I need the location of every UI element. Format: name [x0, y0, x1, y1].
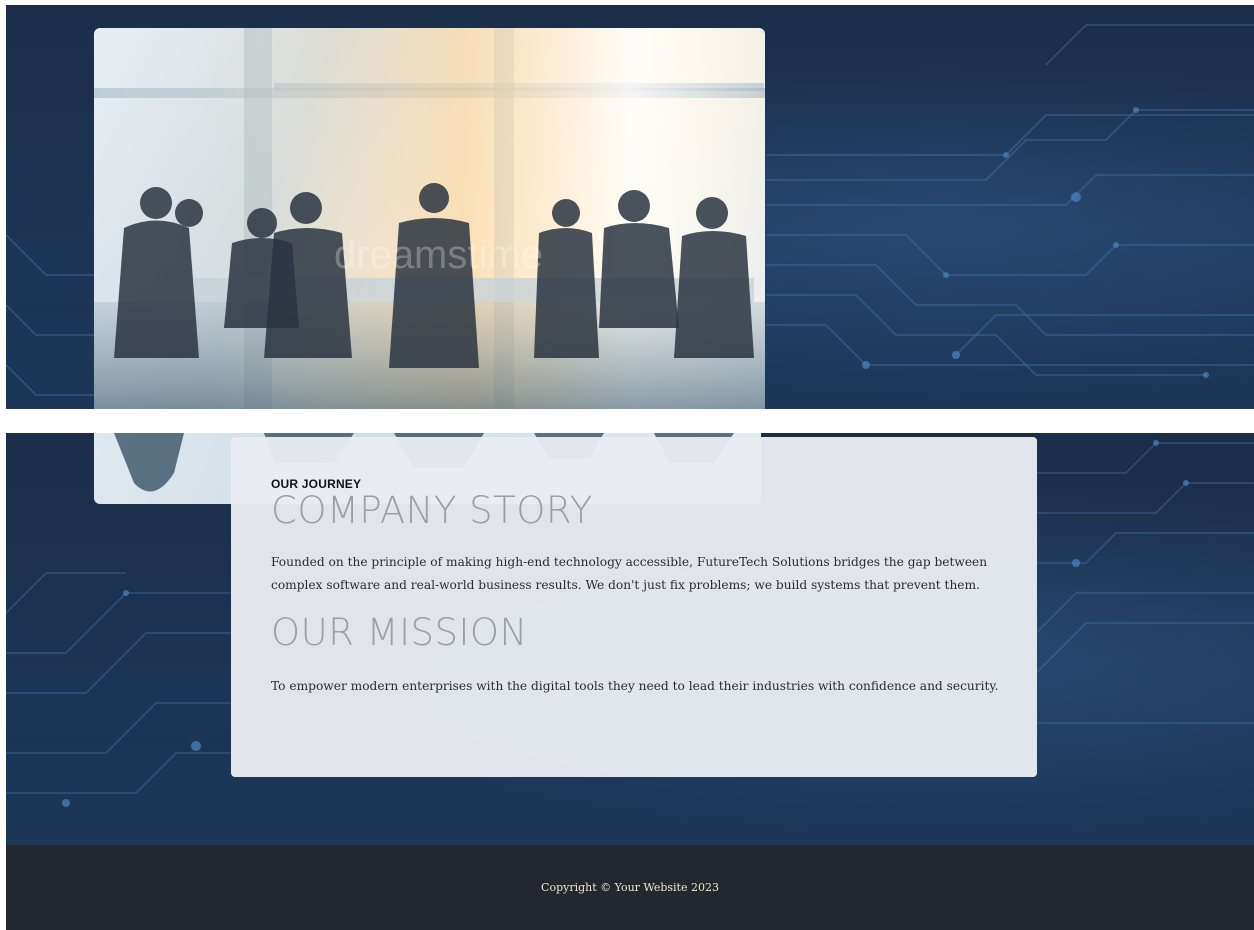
- mission-text: To empower modern enterprises with the d…: [271, 679, 999, 693]
- watermark-text: dreamstime: [334, 233, 543, 277]
- footer: Copyright © Your Website 2023: [6, 845, 1254, 930]
- company-story-card: OUR JOURNEY COMPANY STORY Founded on the…: [231, 437, 1037, 777]
- company-story-heading: COMPANY STORY: [271, 489, 593, 532]
- team-meeting-photo: dreamstime: [94, 28, 765, 409]
- company-story-text: Founded on the principle of making high-…: [271, 555, 988, 592]
- page: dreamstime OUR JOURNEY COMPANY STORY Fou…: [0, 0, 1254, 930]
- copyright-text: Copyright © Your Website 2023: [541, 881, 719, 894]
- mission-heading: OUR MISSION: [271, 611, 528, 654]
